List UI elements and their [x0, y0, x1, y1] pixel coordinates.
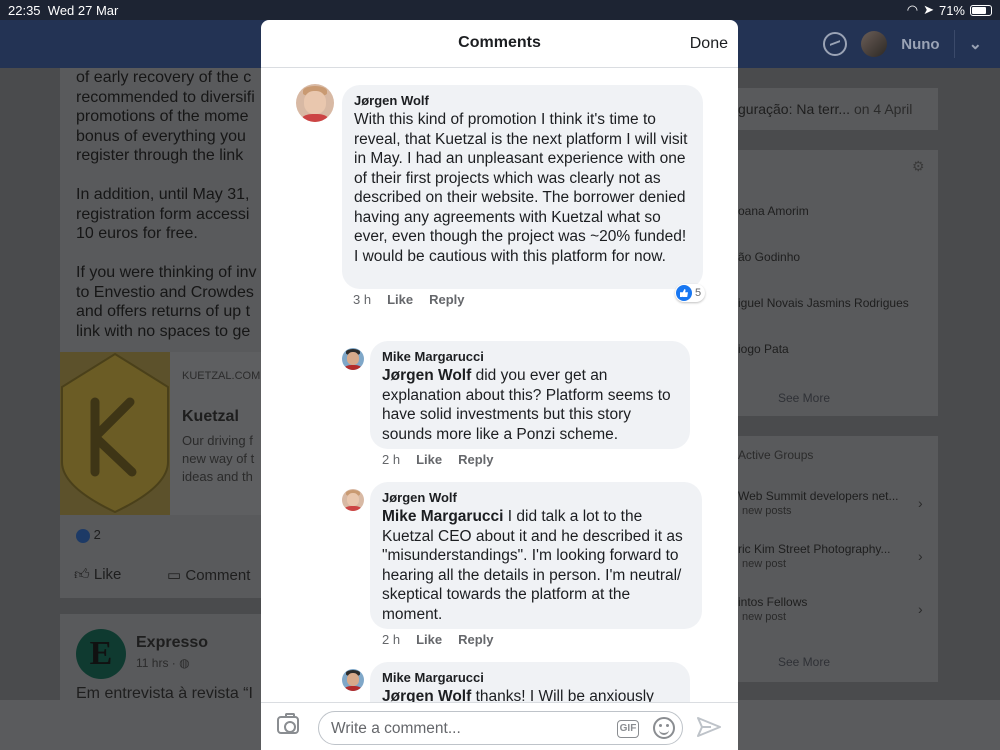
comment-text: Jørgen Wolf thanks! I Will be anxiously …: [382, 687, 678, 702]
send-icon[interactable]: [697, 717, 721, 737]
comment-reply-button[interactable]: Reply: [429, 292, 464, 307]
comment-like-button[interactable]: Like: [416, 632, 442, 647]
status-time: 22:35 Wed 27 Mar: [8, 3, 119, 18]
battery-icon: [970, 4, 992, 16]
post-like-button[interactable]: 👍︎ Like: [74, 566, 121, 584]
post-like-count: 2: [76, 527, 101, 543]
avatar[interactable]: [342, 489, 364, 511]
comment-time: 2 h: [382, 452, 401, 467]
avatar[interactable]: [861, 31, 888, 57]
battery-percent: 71%: [938, 2, 965, 18]
comment-author[interactable]: Mike Margarucci: [382, 670, 678, 685]
gear-icon[interactable]: ⚙: [912, 158, 925, 175]
globe-icon: ◍: [179, 656, 190, 670]
comment-text: With this kind of promotion I think it's…: [354, 111, 688, 265]
comment-author[interactable]: Jørgen Wolf: [382, 490, 690, 505]
comment-meta: 2 h Like Reply: [382, 452, 494, 467]
comment-icon: ▭: [167, 567, 182, 584]
comment-input-wrapper[interactable]: GIF: [318, 711, 683, 745]
sidebar-see-more[interactable]: See More: [778, 391, 830, 405]
chevron-right-icon[interactable]: ›: [918, 548, 923, 564]
comment-reactions[interactable]: 5: [675, 284, 706, 302]
link-preview-image[interactable]: [60, 352, 170, 515]
comment-meta: 3 h Like Reply: [353, 292, 465, 307]
comment-mention[interactable]: Jørgen Wolf: [382, 688, 471, 702]
avatar[interactable]: [342, 669, 364, 691]
sidebar-person-4[interactable]: iogo Pata: [738, 342, 789, 356]
camera-icon[interactable]: [277, 713, 299, 734]
modal-title: Comments: [458, 34, 541, 51]
expresso-avatar[interactable]: E: [76, 629, 126, 679]
status-right: ◠ ➤ 71%: [907, 2, 992, 18]
sidebar-person-3[interactable]: iguel Novais Jasmins Rodrigues: [738, 296, 909, 310]
comment-bubble: Mike Margarucci Jørgen Wolf thanks! I Wi…: [370, 662, 690, 702]
comment-time: 3 h: [353, 292, 372, 307]
thumbs-up-icon: 👍︎: [74, 566, 90, 583]
done-button[interactable]: Done: [690, 35, 728, 53]
modal-header: Comments Done: [261, 20, 738, 68]
background-post-text-top: of early recovery of the c recommended t…: [76, 69, 255, 164]
chevron-down-icon[interactable]: ⌄: [969, 34, 982, 54]
avatar[interactable]: [296, 84, 334, 122]
reaction-count: 5: [695, 287, 702, 299]
comment-input[interactable]: [331, 718, 601, 740]
sidebar-group-2-sub: new post: [742, 558, 787, 570]
comment-bubble: Jørgen Wolf Mike Margarucci I did talk a…: [370, 482, 702, 629]
kuetzal-logo: [61, 352, 169, 514]
comment-reply-button[interactable]: Reply: [458, 452, 493, 467]
sidebar-group-1[interactable]: Web Summit developers net...: [738, 489, 899, 503]
comment-bubble: Mike Margarucci Jørgen Wolf did you ever…: [370, 341, 690, 449]
comments-list[interactable]: Jørgen Wolf With this kind of promotion …: [261, 69, 738, 702]
nav-right-group: Nuno ⌄: [823, 30, 982, 58]
link-domain: KUETZAL.COM: [182, 370, 261, 382]
wifi-icon: ◠: [906, 2, 919, 17]
like-reaction-icon: [676, 285, 692, 301]
comment-like-button[interactable]: Like: [387, 292, 413, 307]
sidebar-people-card: [738, 150, 938, 416]
sidebar-group-3[interactable]: intos Fellows: [738, 595, 807, 609]
sidebar-group-3-sub: new post: [742, 611, 787, 623]
comment-author[interactable]: Mike Margarucci: [382, 349, 678, 364]
comment-bubble: Jørgen Wolf With this kind of promotion …: [342, 85, 703, 289]
comment-author[interactable]: Jørgen Wolf: [354, 93, 691, 108]
comment-like-button[interactable]: Like: [416, 452, 442, 467]
like-reaction-icon: [76, 528, 90, 543]
sidebar-group-2[interactable]: ric Kim Street Photography...: [738, 542, 891, 556]
sidebar-person-1[interactable]: oana Amorim: [738, 204, 809, 218]
chevron-right-icon[interactable]: ›: [918, 601, 923, 617]
sidebar-groups-title: Active Groups: [738, 448, 814, 462]
emoji-icon[interactable]: [653, 717, 675, 739]
comment-mention[interactable]: Jørgen Wolf: [382, 367, 471, 384]
messenger-icon[interactable]: [823, 32, 848, 56]
comment-time: 2 h: [382, 632, 401, 647]
status-bar: 22:35 Wed 27 Mar ◠ ➤ 71%: [0, 0, 1000, 20]
post-comment-button[interactable]: ▭ Comment: [167, 566, 250, 584]
comment-meta: 2 h Like Reply: [382, 632, 494, 647]
expresso-page-name[interactable]: Expresso: [136, 634, 208, 652]
nav-user-name[interactable]: Nuno: [901, 36, 939, 53]
nav-divider: [953, 30, 955, 58]
gif-icon[interactable]: GIF: [617, 720, 639, 738]
link-title: Kuetzal: [182, 408, 239, 425]
comment-composer: GIF: [261, 702, 738, 750]
comment-text: Mike Margarucci I did talk a lot to the …: [382, 508, 683, 623]
background-post-text-bottom: If you were thinking of inv to Envestio …: [76, 264, 257, 340]
background-post-text-mid: In addition, until May 31, registration …: [76, 186, 250, 242]
comments-modal: Comments Done Jørgen Wolf With this kind…: [261, 20, 738, 750]
avatar[interactable]: [342, 348, 364, 370]
sidebar-event[interactable]: guração: Na terr... on 4 April: [738, 101, 912, 117]
chevron-right-icon[interactable]: ›: [918, 495, 923, 511]
comment-mention[interactable]: Mike Margarucci: [382, 508, 503, 525]
location-icon: ➤: [923, 2, 934, 17]
expresso-post-time: 11 hrs · ◍: [136, 656, 190, 670]
comment-text: Jørgen Wolf did you ever get an explanat…: [382, 367, 671, 443]
comment-reply-button[interactable]: Reply: [458, 632, 493, 647]
link-description: Our driving f new way of t ideas and th: [182, 433, 255, 484]
sidebar-person-2[interactable]: ão Godinho: [738, 250, 800, 264]
sidebar-group-1-sub: new posts: [742, 505, 792, 517]
sidebar-groups-see-more[interactable]: See More: [778, 655, 830, 669]
